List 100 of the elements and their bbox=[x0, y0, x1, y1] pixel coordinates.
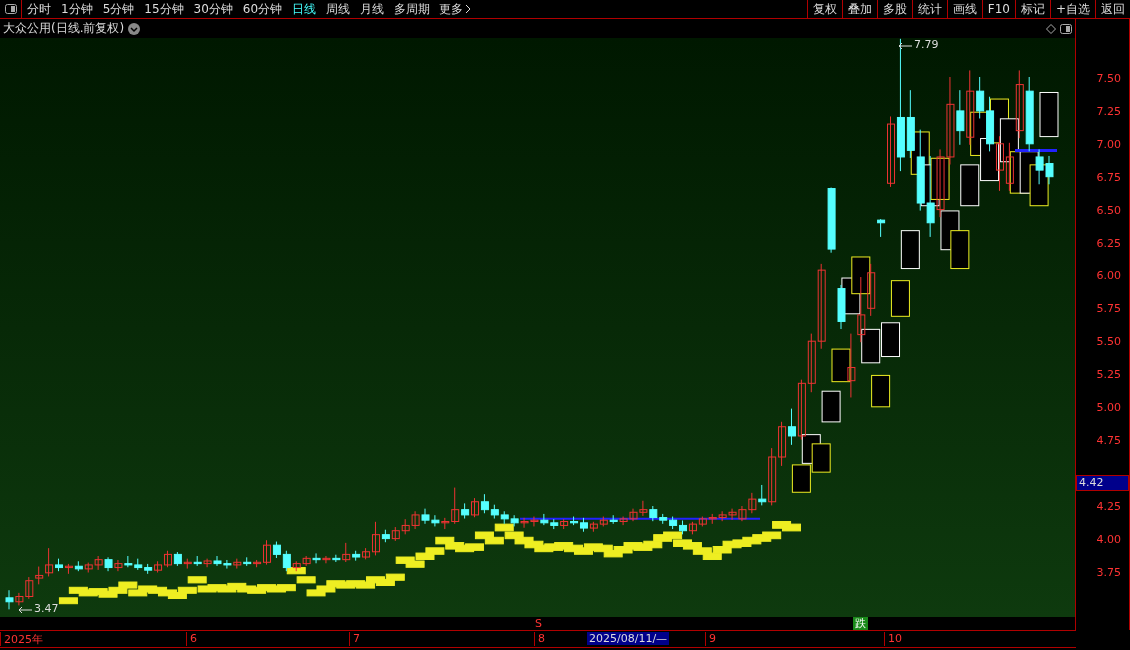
candlestick bbox=[124, 555, 133, 568]
candlestick bbox=[639, 500, 648, 517]
candlestick bbox=[659, 513, 668, 525]
candlestick bbox=[867, 263, 876, 317]
candlestick bbox=[411, 510, 420, 530]
candlestick bbox=[520, 517, 529, 529]
arrow-icon bbox=[18, 606, 32, 614]
period-tab[interactable]: 周线 bbox=[321, 0, 356, 18]
candlestick bbox=[64, 563, 73, 575]
candlestick bbox=[74, 560, 83, 572]
period-tab[interactable]: 1分钟 bbox=[56, 0, 98, 18]
price-tick: 7.50 bbox=[1096, 71, 1121, 85]
candlestick bbox=[738, 505, 747, 522]
price-tick: 5.75 bbox=[1096, 301, 1121, 315]
high-price-label: 7.79 bbox=[914, 38, 939, 51]
candlestick bbox=[827, 187, 836, 254]
candlestick bbox=[401, 518, 410, 535]
candlestick bbox=[203, 558, 212, 568]
candlestick bbox=[718, 510, 727, 522]
candlestick bbox=[1015, 69, 1024, 139]
candlestick bbox=[837, 284, 846, 330]
period-tab[interactable]: 日线 bbox=[287, 0, 322, 18]
cursor-date-label: 2025/08/11/— bbox=[587, 632, 670, 645]
time-label: 6 bbox=[186, 632, 197, 646]
candlestick bbox=[114, 559, 123, 572]
low-price-label: 3.47 bbox=[34, 602, 59, 615]
candlestick bbox=[500, 510, 509, 525]
candlestick bbox=[936, 148, 945, 218]
candlestick bbox=[431, 514, 440, 527]
candlestick bbox=[986, 96, 995, 152]
candlestick bbox=[847, 333, 856, 398]
price-tick: 4.75 bbox=[1096, 433, 1121, 447]
price-tick: 6.00 bbox=[1096, 268, 1121, 282]
candlestick bbox=[391, 526, 400, 542]
chart-title: 大众公用(日线.前复权) bbox=[3, 20, 125, 37]
candlestick bbox=[748, 492, 757, 514]
candlestick bbox=[213, 555, 222, 567]
dropdown-icon[interactable] bbox=[128, 22, 141, 35]
signal-marker: S bbox=[534, 617, 543, 630]
period-tab[interactable]: 60分钟 bbox=[237, 0, 288, 18]
panel-toggle-icon[interactable] bbox=[1060, 23, 1072, 34]
time-label: 10 bbox=[884, 632, 902, 646]
candlestick bbox=[540, 513, 549, 526]
price-tick: 4.25 bbox=[1096, 499, 1121, 513]
candlestick bbox=[134, 558, 143, 571]
price-tick: 6.75 bbox=[1096, 170, 1121, 184]
candlestick bbox=[877, 218, 886, 238]
candlestick bbox=[173, 551, 182, 567]
candlestick bbox=[312, 552, 321, 564]
candlestick bbox=[649, 505, 658, 522]
time-label: 8 bbox=[534, 632, 545, 646]
current-price-label: 4.42 bbox=[1076, 475, 1129, 492]
period-tab[interactable]: 月线 bbox=[355, 0, 390, 18]
price-tick: 3.75 bbox=[1096, 565, 1121, 578]
price-tick: 6.50 bbox=[1096, 203, 1121, 217]
candlestick bbox=[530, 516, 539, 527]
more-button[interactable]: 更多 bbox=[435, 0, 476, 18]
candlestick bbox=[302, 555, 311, 567]
price-tick: 6.25 bbox=[1096, 236, 1121, 249]
candlestick bbox=[322, 555, 331, 564]
candlestick bbox=[619, 516, 628, 526]
price-tick: 4.00 bbox=[1096, 532, 1121, 546]
candlestick bbox=[144, 563, 153, 575]
candlestick bbox=[183, 558, 192, 570]
candlestick bbox=[778, 421, 787, 467]
candlestick bbox=[728, 508, 737, 521]
price-tick: 5.50 bbox=[1096, 334, 1121, 348]
candlestick bbox=[1045, 155, 1054, 185]
period-tab[interactable]: 5分钟 bbox=[97, 0, 140, 18]
diamond-icon[interactable] bbox=[1046, 23, 1056, 34]
candlestick bbox=[421, 508, 430, 525]
candlestick bbox=[560, 518, 569, 530]
price-tick: 5.00 bbox=[1096, 400, 1121, 414]
candlestick bbox=[104, 556, 113, 572]
candlestick bbox=[708, 513, 717, 525]
candlestick bbox=[1005, 142, 1014, 192]
candlestick bbox=[223, 559, 232, 570]
candlestick bbox=[550, 518, 559, 530]
arrow-icon bbox=[898, 42, 912, 50]
candlestick bbox=[510, 514, 519, 527]
candlestick bbox=[669, 516, 678, 530]
candlestick bbox=[243, 556, 252, 567]
chevron-right-icon bbox=[465, 4, 472, 14]
period-tab[interactable]: 15分钟 bbox=[139, 0, 189, 18]
price-tick: 7.00 bbox=[1096, 137, 1121, 151]
price-tick: 5.25 bbox=[1096, 367, 1121, 381]
candlestick bbox=[589, 521, 598, 533]
candlestick bbox=[599, 516, 608, 527]
candlestick bbox=[490, 504, 499, 520]
candlestick bbox=[193, 555, 202, 567]
candlestick bbox=[609, 514, 618, 525]
price-tick: 7.25 bbox=[1096, 104, 1121, 118]
time-label: 7 bbox=[349, 632, 360, 646]
candlestick bbox=[688, 521, 697, 535]
period-tab[interactable]: 30分钟 bbox=[188, 0, 238, 18]
period-tab[interactable]: 分时 bbox=[22, 0, 56, 18]
candlestick bbox=[480, 493, 489, 514]
time-label: 2025年 bbox=[0, 632, 43, 646]
candlestick bbox=[857, 276, 866, 343]
period-tab[interactable]: 多周期 bbox=[389, 0, 436, 18]
